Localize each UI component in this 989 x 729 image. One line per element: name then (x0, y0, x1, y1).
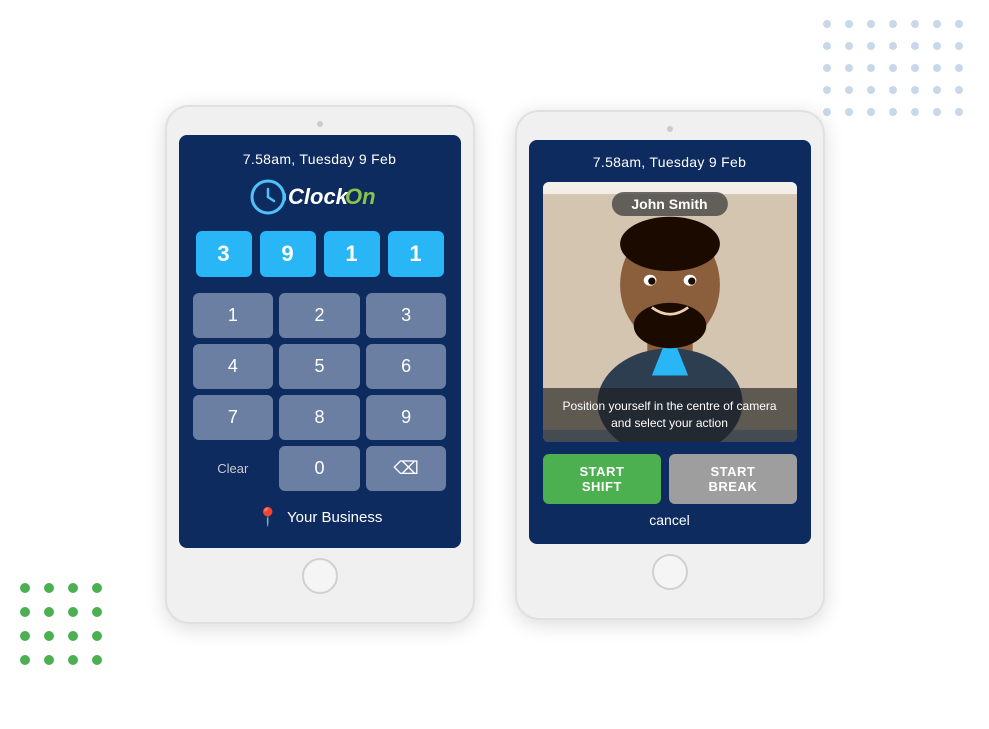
decorative-dots-bottom-left (20, 583, 106, 669)
svg-text:On: On (345, 184, 376, 209)
num-btn-6[interactable]: 6 (366, 344, 447, 389)
num-btn-7[interactable]: 7 (193, 395, 274, 440)
business-label: 📍 Your Business (193, 507, 447, 528)
right-screen-time: 7.58am, Tuesday 9 Feb (543, 154, 797, 170)
employee-name-label: John Smith (611, 192, 727, 216)
start-shift-button[interactable]: START SHIFT (543, 454, 662, 504)
num-btn-2[interactable]: 2 (279, 293, 360, 338)
right-ipad-home-button[interactable] (652, 554, 688, 590)
pin-digit-4: 1 (388, 231, 444, 277)
pin-digit-2: 9 (260, 231, 316, 277)
right-ipad: 7.58am, Tuesday 9 Feb (515, 110, 825, 620)
cancel-link[interactable]: cancel (543, 512, 797, 528)
face-recognition-screen: 7.58am, Tuesday 9 Feb (529, 140, 811, 544)
pin-display: 3 9 1 1 (193, 231, 447, 277)
face-instruction: Position yourself in the centre of camer… (543, 388, 797, 442)
action-buttons: START SHIFT START BREAK (543, 454, 797, 504)
num-btn-8[interactable]: 8 (279, 395, 360, 440)
pin-screen: 7.58am, Tuesday 9 Feb Clock (179, 135, 461, 548)
num-btn-4[interactable]: 4 (193, 344, 274, 389)
page-container: 7.58am, Tuesday 9 Feb Clock (0, 0, 989, 729)
left-ipad: 7.58am, Tuesday 9 Feb Clock (165, 105, 475, 624)
left-ipad-home-button[interactable] (302, 558, 338, 594)
num-btn-9[interactable]: 9 (366, 395, 447, 440)
numpad: 1 2 3 4 5 6 7 8 9 Clear 0 ⌫ (193, 293, 447, 491)
num-btn-3[interactable]: 3 (366, 293, 447, 338)
start-break-button[interactable]: START BREAK (669, 454, 796, 504)
num-btn-5[interactable]: 5 (279, 344, 360, 389)
num-btn-0[interactable]: 0 (279, 446, 360, 491)
camera-area: John Smith Position yourself in the cent… (543, 182, 797, 442)
backspace-button[interactable]: ⌫ (366, 446, 447, 491)
num-btn-1[interactable]: 1 (193, 293, 274, 338)
left-screen-time: 7.58am, Tuesday 9 Feb (193, 151, 447, 167)
business-name: Your Business (287, 509, 382, 526)
clockon-logo-svg: Clock On (250, 179, 390, 215)
location-icon: 📍 (257, 507, 279, 528)
decorative-dots-top-right (823, 20, 969, 122)
pin-digit-3: 1 (324, 231, 380, 277)
pin-digit-1: 3 (196, 231, 252, 277)
clockon-logo: Clock On (193, 179, 447, 215)
svg-text:Clock: Clock (288, 184, 350, 209)
clear-button[interactable]: Clear (193, 446, 274, 491)
